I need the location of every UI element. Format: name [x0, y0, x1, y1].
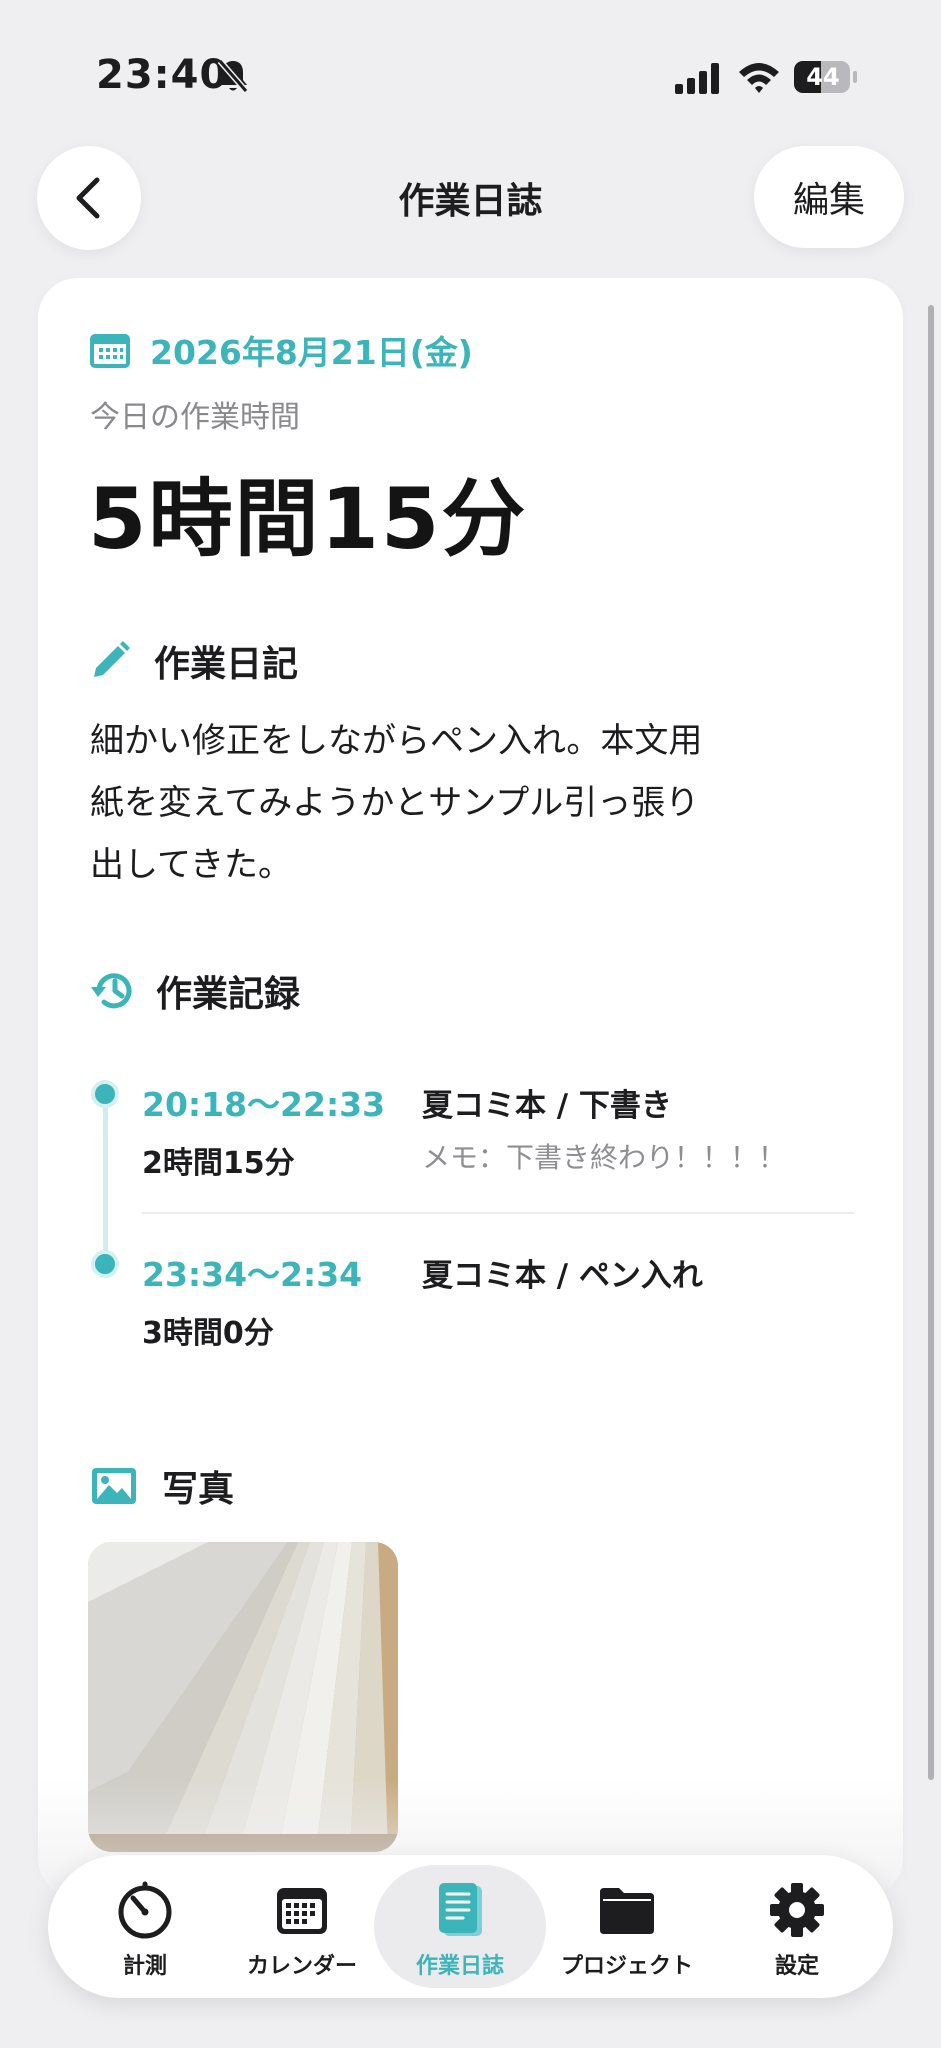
- entry-duration: 2時間15分: [142, 1146, 295, 1181]
- timer-icon: [118, 1881, 172, 1939]
- tab-label: 計測: [122, 1954, 167, 1979]
- tab-project[interactable]: プロジェクト: [542, 1880, 712, 1990]
- diary-title: 作業日記: [154, 644, 299, 685]
- journal-icon: [439, 1883, 482, 1936]
- entry-divider: [142, 1212, 854, 1214]
- entry-duration: 3時間0分: [142, 1316, 274, 1351]
- records-title: 作業記録: [156, 974, 301, 1015]
- status-bar: 23:40 44: [0, 0, 941, 110]
- image-icon: [92, 1468, 136, 1504]
- bell-muted-icon: [217, 59, 249, 93]
- photos-section-header: 写真: [90, 1463, 235, 1510]
- entry-project: 夏コミ本 / 下書き: [422, 1088, 672, 1124]
- photos-title: 写真: [162, 1469, 235, 1510]
- calendar-icon: [277, 1888, 327, 1934]
- date-row: 2026年8月21日(金): [90, 330, 473, 372]
- tab-calendar[interactable]: カレンダー: [217, 1880, 387, 1990]
- timeline-dot: [91, 1250, 119, 1278]
- entry-time: 20:18〜22:33: [142, 1085, 386, 1124]
- diary-line: 紙を変えてみようかとサンプル引っ張り: [90, 783, 700, 823]
- pencil-icon: [94, 641, 130, 677]
- folder-icon: [600, 1888, 654, 1934]
- tab-label: カレンダー: [246, 1954, 357, 1979]
- tab-timer[interactable]: 計測: [60, 1880, 230, 1990]
- total-work-time: 5時間15分: [88, 470, 528, 568]
- diary-section-header: 作業日記: [90, 638, 299, 685]
- status-time: 23:40: [96, 52, 229, 98]
- timeline-dot: [91, 1080, 119, 1108]
- tab-settings[interactable]: 設定: [712, 1880, 882, 1990]
- entry-project: 夏コミ本 / ペン入れ: [422, 1258, 703, 1294]
- scrollbar[interactable]: [928, 305, 934, 1780]
- history-icon: [91, 973, 132, 1009]
- wifi-icon: [739, 63, 779, 93]
- records-section-header: 作業記録: [90, 968, 301, 1015]
- timeline-line: [103, 1094, 108, 1264]
- edit-button[interactable]: 編集: [754, 146, 904, 248]
- gear-icon: [770, 1883, 824, 1937]
- diary-line: 細かい修正をしながらペン入れ。本文用: [90, 721, 703, 761]
- diary-line: 出してきた。: [90, 845, 292, 885]
- battery-level: 44: [806, 63, 840, 91]
- diary-text: 細かい修正をしながらペン入れ。本文用 紙を変えてみようかとサンプル引っ張り 出し…: [90, 710, 790, 896]
- cellular-signal-icon: [675, 63, 719, 94]
- calendar-icon: [90, 334, 130, 368]
- entry-time: 23:34〜2:34: [142, 1255, 363, 1294]
- tab-label: 作業日誌: [415, 1954, 504, 1979]
- entry-memo: メモ：下書き終わり！！！！: [422, 1141, 787, 1174]
- log-date: 2026年8月21日(金): [150, 333, 473, 372]
- tab-journal[interactable]: 作業日誌: [375, 1880, 545, 1990]
- today-work-time-label: 今日の作業時間: [90, 400, 300, 435]
- tab-label: 設定: [774, 1954, 819, 1979]
- tab-label: プロジェクト: [560, 1954, 693, 1979]
